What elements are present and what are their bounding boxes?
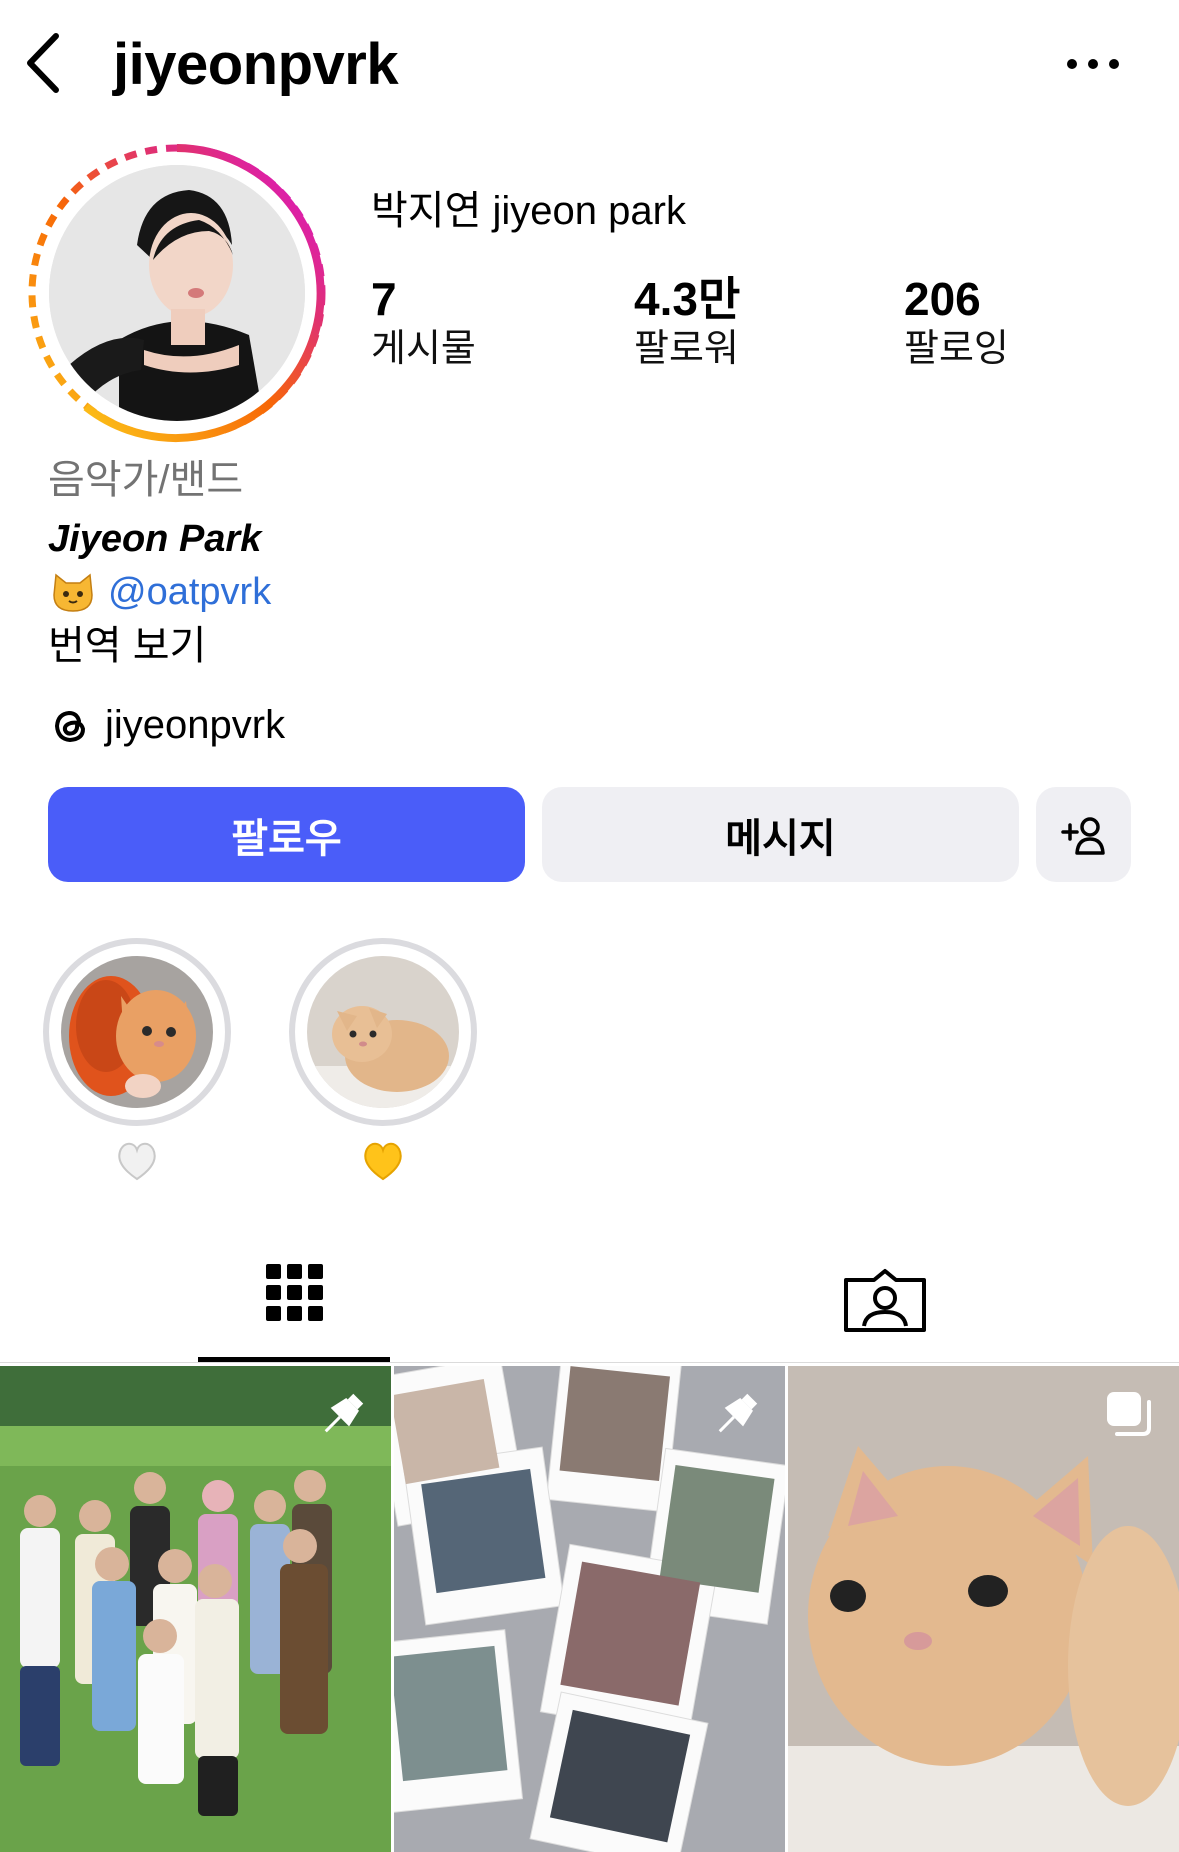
post-thumbnail-2[interactable] xyxy=(394,1366,785,1852)
followers-count[interactable]: 4.3만 xyxy=(634,273,740,325)
profile-username: jiyeonpvrk xyxy=(113,32,399,97)
profile-category: 음악가/밴드 xyxy=(48,458,244,502)
threads-link[interactable]: jiyeonpvrk xyxy=(105,699,285,751)
following-count[interactable]: 206 xyxy=(904,273,981,325)
pinned-post-icon xyxy=(324,1393,364,1433)
post-thumbnail-1[interactable] xyxy=(0,1366,391,1852)
tagged-icon[interactable] xyxy=(840,1268,930,1334)
add-person-icon xyxy=(1060,816,1105,855)
threads-icon[interactable] xyxy=(50,705,92,747)
story-highlight-1[interactable] xyxy=(43,938,231,1126)
yellow-heart-icon xyxy=(364,1142,402,1181)
story-highlight-2[interactable] xyxy=(289,938,477,1126)
bio-name: Jiyeon Park xyxy=(48,518,262,560)
suggested-people-button[interactable] xyxy=(1036,787,1131,882)
following-label[interactable]: 팔로잉 xyxy=(904,325,1009,373)
pinned-post-icon xyxy=(718,1393,758,1433)
cat-face-emoji-icon xyxy=(53,573,93,612)
profile-avatar[interactable] xyxy=(49,165,305,421)
bio-mention-link[interactable]: @oatpvrk xyxy=(108,566,271,618)
profile-display-name: 박지연 jiyeon park xyxy=(371,189,686,233)
message-button[interactable]: 메시지 xyxy=(542,787,1019,882)
see-translation-link[interactable]: 번역 보기 xyxy=(48,620,206,672)
carousel-icon xyxy=(1107,1392,1151,1436)
tab-posts-grid[interactable] xyxy=(198,1250,390,1360)
tabs-divider xyxy=(0,1362,1179,1363)
highlight-cover-kitten-2 xyxy=(307,956,459,1108)
highlight-cover-kitten-1 xyxy=(61,956,213,1108)
bio-line: @oatpvrk xyxy=(50,566,271,618)
white-heart-icon xyxy=(118,1142,156,1181)
more-options-icon[interactable] xyxy=(1066,52,1120,76)
grid-icon xyxy=(266,1264,323,1321)
posts-count: 7 xyxy=(371,273,397,325)
follow-button[interactable]: 팔로우 xyxy=(48,787,525,882)
followers-label[interactable]: 팔로워 xyxy=(634,325,739,373)
posts-label: 게시물 xyxy=(371,328,476,370)
post-thumbnail-3[interactable] xyxy=(788,1366,1179,1852)
back-arrow-icon[interactable] xyxy=(22,30,66,96)
